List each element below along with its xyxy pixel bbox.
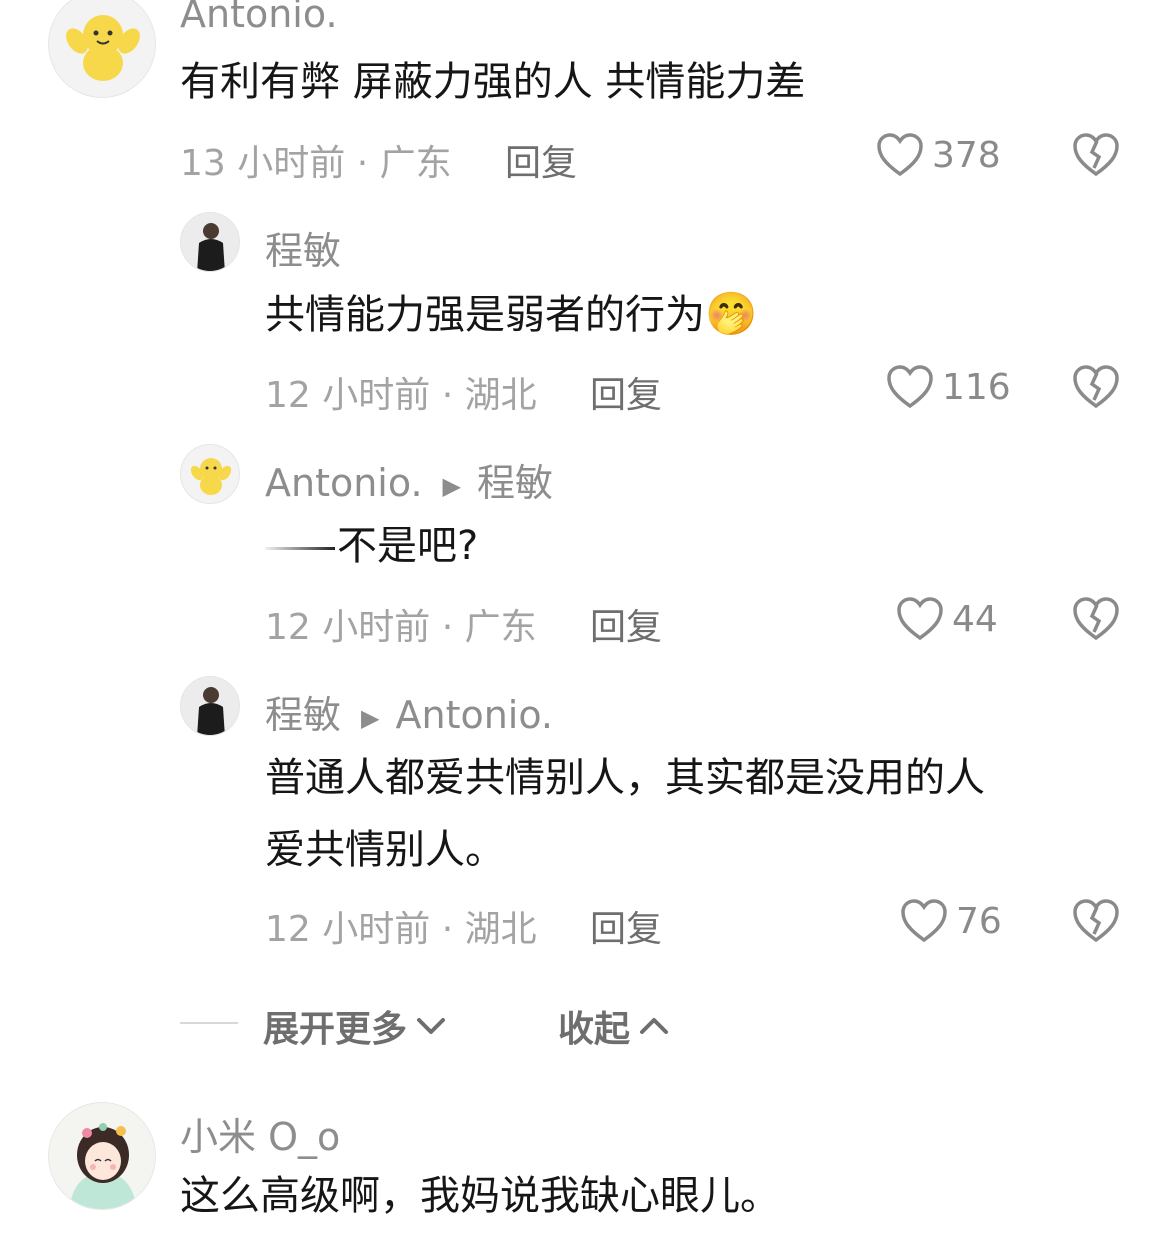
like-button[interactable]: 44 (896, 596, 998, 642)
comment-text: 这么高级啊，我妈说我缺心眼儿。 (180, 1173, 780, 1219)
thread-divider (180, 1022, 238, 1024)
author-name[interactable]: Antonio. (265, 461, 423, 505)
comment-text-line1: 普通人都爱共情别人，其实都是没用的人 (265, 755, 985, 801)
heart-outline-icon (877, 133, 923, 177)
like-count: 116 (942, 366, 1011, 408)
dislike-button[interactable] (1072, 364, 1120, 414)
comment-time-location: 12 小时前 · 湖北 (265, 909, 537, 950)
like-count: 76 (956, 900, 1002, 942)
avatar-chengmin[interactable] (180, 676, 240, 736)
person-photo-icon (181, 213, 239, 271)
expand-more-label: 展开更多 (263, 1009, 408, 1050)
reply-to-name[interactable]: 程敏 (477, 461, 553, 505)
dislike-button[interactable] (1072, 132, 1120, 182)
reply-button[interactable]: 回复 (590, 598, 662, 650)
like-button[interactable]: 76 (900, 898, 1002, 944)
expand-more-button[interactable]: 展开更多 (263, 1000, 449, 1052)
reply-button[interactable]: 回复 (505, 134, 577, 186)
reply-button[interactable]: 回复 (590, 366, 662, 418)
hand-over-mouth-emoji: 🤭 (705, 289, 758, 338)
comment-text-content: 不是吧? (337, 523, 479, 569)
like-button[interactable]: 378 (876, 132, 1001, 178)
reply-to-name[interactable]: Antonio. (395, 693, 553, 737)
avatar-xiaomi[interactable] (48, 1102, 156, 1210)
avatar-chengmin[interactable] (180, 212, 240, 272)
comment-username[interactable]: 小米 O_o (180, 1106, 340, 1161)
yellow-character-icon (190, 458, 232, 495)
person-photo-icon (181, 677, 239, 735)
broken-heart-icon (1073, 597, 1119, 641)
comment-text: 共情能力强是弱者的行为🤭 (265, 278, 757, 351)
comment-text-content: 共情能力强是弱者的行为 (265, 292, 705, 338)
cartoon-girl-icon (49, 1103, 155, 1209)
collapse-button[interactable]: 收起 (558, 1000, 672, 1052)
comment-text-line2: 爱共情别人。 (265, 827, 505, 873)
like-button[interactable]: 116 (886, 364, 1011, 410)
like-count: 378 (932, 134, 1001, 176)
avatar-antonio[interactable] (48, 0, 156, 98)
chevron-down-icon (417, 1018, 446, 1034)
broken-heart-icon (1073, 133, 1119, 177)
triangle-right-icon: ▶ (442, 471, 461, 500)
like-count: 44 (952, 598, 998, 640)
comment-username: Antonio. ▶ 程敏 (265, 452, 553, 507)
heart-outline-icon (897, 597, 943, 641)
comment-time-location: 12 小时前 · 广东 (265, 607, 537, 648)
broken-heart-icon (1073, 365, 1119, 409)
comment-time-location: 12 小时前 · 湖北 (265, 375, 537, 416)
chevron-up-icon (640, 1018, 669, 1034)
heart-outline-icon (901, 899, 947, 943)
comment-time-location: 13 小时前 · 广东 (180, 143, 452, 184)
comment-username[interactable]: 程敏 (265, 220, 341, 275)
comment-username[interactable]: Antonio. (180, 0, 338, 36)
dash-decoration (265, 546, 335, 550)
comment-text: 不是吧? (265, 510, 478, 582)
broken-heart-icon (1073, 899, 1119, 943)
avatar-antonio[interactable] (180, 444, 240, 504)
dislike-button[interactable] (1072, 596, 1120, 646)
yellow-character-icon (66, 15, 140, 81)
author-name[interactable]: 程敏 (265, 693, 341, 737)
comment-username: 程敏 ▶ Antonio. (265, 684, 553, 739)
dislike-button[interactable] (1072, 898, 1120, 948)
reply-button[interactable]: 回复 (590, 900, 662, 952)
triangle-right-icon: ▶ (361, 703, 380, 732)
heart-outline-icon (887, 365, 933, 409)
comment-text: 有利有弊 屏蔽力强的人 共情能力差 (180, 59, 806, 105)
collapse-label: 收起 (558, 1009, 631, 1050)
